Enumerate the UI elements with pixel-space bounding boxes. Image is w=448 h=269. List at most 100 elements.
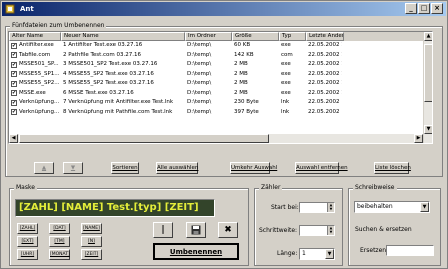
column-header-type[interactable]: Typ (279, 32, 306, 41)
row-old-name-text: Tabfile.com (19, 51, 51, 58)
step-input[interactable]: 1▲▼ (299, 225, 335, 236)
main-window: Ant _ □ × Fünfdateien zum Umbenennen Alt… (0, 0, 448, 269)
row-folder: D:\temp\ (187, 108, 212, 115)
column-header-old[interactable]: Alter Name (9, 32, 61, 41)
row-size: 397 Byte (234, 108, 259, 115)
case-select[interactable]: beibehalten ▼ (354, 201, 430, 213)
rename-button[interactable]: Umbenennen (153, 243, 239, 260)
row-checkbox[interactable]: ✔ (11, 52, 17, 59)
row-checkbox[interactable]: ✔ (11, 61, 17, 68)
save-icon[interactable] (186, 222, 206, 238)
table-row[interactable]: ✔ Verknüpfung... 8 Verknüpfung mit Pathfil… (9, 108, 432, 118)
row-old-name-text: Antifilter.exe (19, 42, 54, 48)
start-input[interactable]: 1▲▼ (299, 202, 335, 213)
row-old-name: ✔ MSSE55_SP2... (9, 79, 61, 89)
token-date-button[interactable]: [DAT] (49, 223, 70, 234)
row-checkbox[interactable]: ✔ (11, 90, 17, 97)
file-list[interactable]: Alter Name Neuer Name Im Ordner Größe Ty… (8, 31, 433, 144)
scroll-thumb[interactable] (424, 44, 432, 102)
table-row[interactable]: ✔ Tabfile.com 2 Pathfile Test.com 03.27.16… (9, 51, 432, 61)
delete-icon[interactable]: ✖ (218, 222, 238, 238)
token-month-button[interactable]: [MONAT] (49, 249, 70, 260)
invert-selection-button[interactable]: Umkehr Auswahl (230, 162, 277, 174)
title-bar: Ant _ □ × (2, 2, 446, 16)
row-new-name: 7 Verknüpfung mit Antifilter.exe Test.ln… (63, 99, 174, 105)
scroll-down-icon[interactable]: ▼ (424, 125, 432, 134)
token-tm-button[interactable]: [TM] (49, 236, 70, 247)
pattern-input[interactable]: [ZAHL] [NAME] Test.[typ] [ZEIT] (15, 199, 215, 217)
row-folder: D:\temp\ (187, 80, 212, 86)
column-header-date[interactable]: Letzte Änderung (306, 32, 344, 41)
row-checkbox[interactable]: ✔ (11, 99, 17, 106)
row-old-name: ✔ Verknüpfung... (9, 108, 61, 118)
minimize-icon[interactable]: _ (405, 3, 417, 14)
row-checkbox[interactable]: ✔ (11, 109, 17, 116)
token-ext-button[interactable]: [EXT] (17, 236, 38, 247)
row-new-name: 3 MSSE501_SP2 Test.exe 03.27.16 (63, 61, 158, 67)
row-date: 22.05.2002 (308, 99, 340, 105)
table-row[interactable]: ✔ Antifilter.exe 1 Antifilter Test.exe 03.… (9, 41, 432, 51)
row-date: 22.05.2002 1 (308, 61, 342, 67)
token-zeit-button[interactable]: [ZEIT] (81, 249, 102, 260)
chevron-down-icon[interactable]: ▼ (420, 202, 429, 212)
token-time-button[interactable]: [UHR] (17, 249, 38, 260)
row-old-name-text: MSSE.exe (19, 89, 46, 96)
row-new-name: 2 Pathfile Test.com 03.27.16 (63, 51, 142, 58)
files-group-label: Fünfdateien zum Umbenennen (10, 22, 107, 30)
column-header-folder[interactable]: Im Ordner (185, 32, 232, 41)
row-type: exe (281, 80, 291, 86)
row-type: com (281, 51, 293, 58)
clear-list-button[interactable]: Liste löschen (374, 162, 411, 174)
pipe-button[interactable]: | (153, 222, 173, 238)
replace-input[interactable] (386, 245, 434, 256)
start-label: Start bei: (271, 204, 299, 211)
move-up-button[interactable]: ▲ (34, 162, 54, 174)
row-checkbox[interactable]: ✔ (11, 71, 17, 78)
scroll-up-icon[interactable]: ▲ (424, 32, 432, 41)
scroll-left-icon[interactable]: ◀ (9, 134, 18, 143)
token-n-button[interactable]: [N] (81, 236, 102, 247)
spin-icon[interactable]: ▲ ▼ (327, 203, 334, 212)
table-row[interactable]: ✔ MSSE55_SP1... 4 MSSE55_SP2 Test.exe 03.2… (9, 70, 432, 80)
table-row[interactable]: ✔ MSSE.exe 6 MSSE Test.exe 03.27.16 D:\temp… (9, 89, 432, 99)
row-date: 22.05.2002 1 (308, 70, 342, 77)
row-date: 22.05.2002 (308, 108, 340, 115)
row-checkbox[interactable]: ✔ (11, 42, 17, 49)
table-row[interactable]: ✔ MSSE501_SP... 3 MSSE501_SP2 Test.exe 03.… (9, 60, 432, 70)
close-icon[interactable]: × (431, 3, 443, 14)
list-rows: ✔ Antifilter.exe 1 Antifilter Test.exe 03.… (9, 41, 432, 117)
scroll-right-icon[interactable]: ▶ (414, 134, 423, 143)
row-new-name: 5 MSSE55_SP2 Test.exe 03.27.16 (63, 80, 154, 86)
hscroll-thumb[interactable] (19, 134, 269, 143)
move-down-button[interactable]: ▼ (63, 162, 83, 174)
remove-selection-button[interactable]: Auswahl entfernen (295, 162, 348, 174)
table-row[interactable]: ✔ Verknüpfung... 7 Verknüpfung mit Antifil… (9, 98, 432, 108)
row-size: 60 KB (234, 42, 251, 48)
token-name-button[interactable]: [NAME] (81, 223, 102, 234)
spin-icon[interactable]: ▲ ▼ (327, 226, 334, 235)
horizontal-scrollbar[interactable]: ◀ ▶ (9, 134, 423, 143)
length-value: 1 (302, 250, 306, 257)
token-number-button[interactable]: [ZAHL] (17, 223, 38, 234)
length-select[interactable]: 1 ▼ (299, 248, 335, 260)
row-checkbox[interactable]: ✔ (11, 80, 17, 87)
window-controls: _ □ × (405, 3, 443, 14)
row-old-name-text: Verknüpfung... (19, 99, 60, 105)
row-folder: D:\temp\ (187, 51, 212, 58)
row-folder: D:\temp\ (187, 70, 212, 77)
row-folder: D:\temp\ (187, 89, 212, 96)
maximize-icon[interactable]: □ (418, 3, 430, 14)
column-header-new[interactable]: Neuer Name (61, 32, 185, 41)
row-type: exe (281, 61, 291, 67)
sort-button[interactable]: Sortieren (111, 162, 139, 174)
column-header-size[interactable]: Größe (232, 32, 279, 41)
replace-label: Ersetzen (360, 247, 387, 254)
select-all-button[interactable]: Alle auswählen (156, 162, 198, 174)
chevron-down-icon[interactable]: ▼ (325, 249, 334, 259)
row-size: 2 MB (234, 61, 248, 67)
row-size: 2 MB (234, 70, 248, 77)
row-old-name-text: Verknüpfung... (19, 108, 60, 115)
vertical-scrollbar[interactable]: ▲ ▼ (423, 32, 432, 143)
case-value: beibehalten (357, 203, 393, 210)
table-row[interactable]: ✔ MSSE55_SP2... 5 MSSE55_SP2 Test.exe 03.2… (9, 79, 432, 89)
